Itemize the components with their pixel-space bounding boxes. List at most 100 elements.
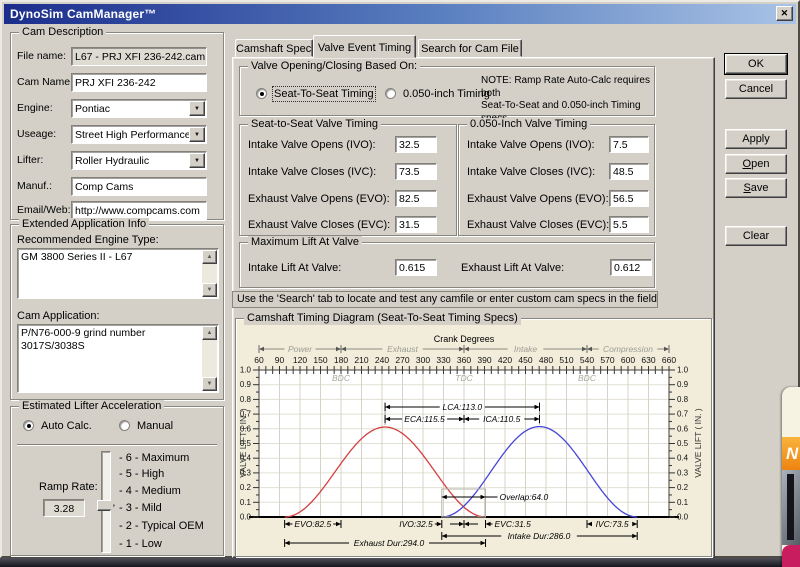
seat-evo-field[interactable]: 82.5 [395,190,437,207]
inch-timing-radio-label[interactable]: 0.050-inch Timing [403,88,490,100]
slider-level-1: - 1 - Low [119,539,162,550]
close-icon[interactable]: ✕ [776,6,793,21]
seat-timing-group: Seat-to-Seat Valve Timing Intake Valve O… [239,124,457,236]
x-tick-label: 120 [293,355,307,365]
auto-calc-radio[interactable] [23,420,34,431]
x-tick-label: 60 [254,355,264,365]
arrowhead [464,347,469,351]
engine-type-scrollbar[interactable]: ▲ ▼ [202,250,217,297]
overlay-product-image [782,470,800,545]
max-lift-group: Maximum Lift At Valve Intake Lift At Val… [239,242,655,288]
seat-timing-legend: Seat-to-Seat Valve Timing [248,118,381,131]
inch-ivo-field[interactable]: 7.5 [609,136,649,153]
intake-lift-field[interactable]: 0.615 [395,259,437,276]
auto-calc-label[interactable]: Auto Calc. [41,420,92,432]
y-tick-label: 0.3 [677,468,689,477]
tab-camshaft-specs[interactable]: Camshaft Specs [235,39,313,57]
cam-description-legend: Cam Description [19,26,106,39]
slider-level-2: - 2 - Typical OEM [119,521,204,532]
save-button[interactable]: Save [725,178,787,198]
inch-ivc-field[interactable]: 48.5 [609,163,649,180]
scroll-down-icon[interactable]: ▼ [202,283,217,297]
ok-button[interactable]: OK [725,54,787,74]
arrowhead [442,534,447,538]
x-tick-label: 150 [313,355,327,365]
seat-to-seat-radio-label[interactable]: Seat-To-Seat Timing [274,88,374,100]
marker-bdc: BDC [578,373,597,383]
arrowhead [336,522,341,526]
cancel-button[interactable]: Cancel [725,79,787,99]
y-tick-label: 0.8 [240,395,252,404]
camshaft-timing-chart: PowerExhaustIntakeCompressionCrank Degre… [239,332,709,554]
scroll-down-icon[interactable]: ▼ [202,377,217,391]
manual-radio[interactable] [119,420,130,431]
arrowhead [437,522,442,526]
lifter-combobox[interactable]: Roller Hydraulic ▼ [71,151,207,170]
scroll-up-icon[interactable]: ▲ [202,250,217,264]
recommended-engine-type-label: Recommended Engine Type: [17,234,159,246]
open-button[interactable]: Open [725,154,787,174]
y-tick-label: 0.9 [240,380,252,389]
seat-ivc-field[interactable]: 73.5 [395,163,437,180]
cam-application-label: Cam Application: [17,310,100,322]
useage-combobox[interactable]: Street High Performance ▼ [71,125,207,144]
x-tick-label: 240 [375,355,389,365]
extended-application-info-group: Extended Application Info Recommended En… [10,224,224,400]
seat-evc-field[interactable]: 31.5 [395,216,437,233]
engine-combobox[interactable]: Pontiac ▼ [71,99,207,118]
camshaft-timing-diagram-group: Camshaft Timing Diagram (Seat-To-Seat Ti… [235,318,712,557]
seat-ivo-field[interactable]: 32.5 [395,136,437,153]
y-tick-label: 0.0 [677,513,689,522]
inch-evo-field[interactable]: 56.5 [609,190,649,207]
max-lift-legend: Maximum Lift At Valve [248,236,362,249]
useage-dropdown-icon[interactable]: ▼ [189,127,205,142]
lifter-accel-legend: Estimated Lifter Acceleration [19,400,164,413]
recommended-engine-type-textarea[interactable]: GM 3800 Series II - L67 ▲ ▼ [17,248,219,299]
cam-application-textarea[interactable]: P/N76-000-9 grind number 3017S/3038S ▲ ▼ [17,324,219,393]
inch-timing-radio[interactable] [385,88,396,99]
annotation-overlap: Overlap:64.0 [500,492,549,502]
manual-label[interactable]: Manual [137,420,173,432]
annotation-evc: EVC:31.5 [495,519,532,529]
window-title: DynoSim CamManager™ [10,7,157,21]
x-tick-label: 390 [477,355,491,365]
tab-search-for-cam-file[interactable]: Search for Cam File [418,39,522,57]
ramp-rate-label: Ramp Rate: [39,481,98,493]
seat-to-seat-radio[interactable] [256,88,267,99]
y-tick-label: 1.0 [240,366,252,375]
annotation-intake-dur: Intake Dur:286.0 [508,531,571,541]
y-tick-label: 0.7 [677,410,689,419]
clear-button[interactable]: Clear [725,226,787,246]
lifter-dropdown-icon[interactable]: ▼ [189,153,205,168]
exhaust-lift-field[interactable]: 0.612 [610,259,652,276]
inch-evc-field[interactable]: 5.5 [609,216,649,233]
manuf-field[interactable]: Comp Cams [71,177,207,196]
arrowhead [285,541,290,545]
y-tick-label: 0.1 [240,498,252,507]
x-tick-label: 540 [580,355,594,365]
x-tick-label: 480 [539,355,553,365]
annotation-ica: ICA:110.5 [483,414,520,424]
cam-name-label: Cam Name: [17,76,73,88]
file-name-field[interactable]: L67 - PRJ XFI 236-242.cam [71,47,207,66]
cam-name-field[interactable]: PRJ XFI 236-242 [71,73,207,92]
tab-valve-event-timing[interactable]: Valve Event Timing [313,35,416,58]
engine-dropdown-icon[interactable]: ▼ [189,101,205,116]
scroll-up-icon[interactable]: ▲ [202,326,217,340]
region-label-intake: Intake [514,344,537,354]
y-tick-label: 0.0 [240,513,252,522]
x-tick-label: 510 [559,355,573,365]
arrowhead [459,522,464,526]
arrowhead [285,522,290,526]
intake-lift-label: Intake Lift At Valve: [248,262,341,274]
ramp-rate-slider-thumb[interactable] [97,500,115,511]
title-bar[interactable]: DynoSim CamManager™ ✕ [4,4,796,24]
recommended-engine-type-value: GM 3800 Series II - L67 [21,251,200,296]
apply-button[interactable]: Apply [725,129,787,149]
cam-application-scrollbar[interactable]: ▲ ▼ [202,326,217,391]
dynosim-cammanager-window: DynoSim CamManager™ ✕ Cam Description Fi… [0,0,800,558]
x-tick-label: 570 [600,355,614,365]
y-tick-label: 0.8 [677,395,689,404]
arrowhead [336,347,341,351]
x-tick-label: 180 [334,355,348,365]
